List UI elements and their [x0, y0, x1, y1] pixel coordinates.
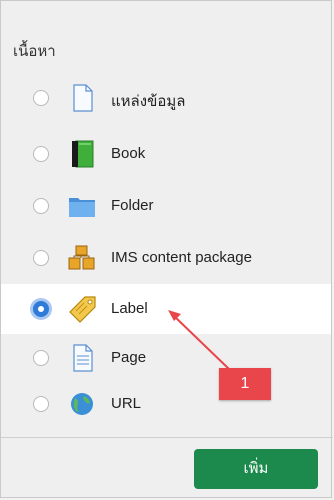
radio-button[interactable]: [33, 350, 49, 366]
option-label: Book: [111, 145, 146, 162]
option-row-book[interactable]: Book: [1, 129, 331, 179]
radio-button-selected[interactable]: [33, 301, 49, 317]
footer-divider: [1, 437, 333, 438]
option-row-url[interactable]: URL: [1, 379, 331, 429]
radio-button[interactable]: [33, 198, 49, 214]
option-label: Folder: [111, 197, 154, 214]
radio-button[interactable]: [33, 250, 49, 266]
page-icon: [73, 344, 93, 372]
section-title: เนื้อหา: [13, 43, 56, 60]
option-label: Label: [111, 300, 148, 317]
option-row-resource[interactable]: แหล่งข้อมูล: [1, 73, 331, 123]
radio-button[interactable]: [33, 146, 49, 162]
add-button[interactable]: เพิ่ม: [194, 449, 318, 489]
tag-icon: [69, 296, 96, 323]
folder-icon: [69, 198, 95, 217]
radio-button[interactable]: [33, 396, 49, 412]
file-icon: [73, 84, 93, 112]
option-label: แหล่งข้อมูล: [111, 93, 186, 110]
option-row-ims-package[interactable]: IMS content package: [1, 233, 331, 283]
activity-chooser-panel: เนื้อหา แหล่งข้อมูล Book Folder IMS cont…: [0, 0, 333, 498]
radio-button[interactable]: [33, 90, 49, 106]
option-label: URL: [111, 395, 142, 412]
book-icon: [72, 140, 94, 168]
option-row-folder[interactable]: Folder: [1, 181, 331, 231]
package-icon: [68, 245, 95, 270]
option-label: IMS content package: [111, 249, 252, 266]
annotation-badge: 1: [219, 368, 271, 400]
option-row-page[interactable]: Page: [1, 333, 331, 383]
globe-icon: [71, 393, 93, 415]
option-label: Page: [111, 349, 147, 366]
option-row-label[interactable]: Label: [1, 284, 331, 334]
